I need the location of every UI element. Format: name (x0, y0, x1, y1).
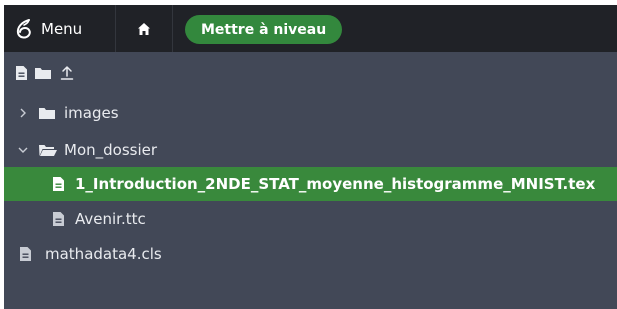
tree-item-tex-file[interactable]: 1_Introduction_2NDE_STAT_moyenne_histogr… (4, 167, 617, 201)
file-icon (52, 176, 65, 192)
chevron-down-icon[interactable] (18, 145, 28, 155)
menu-button[interactable]: Menu (4, 5, 115, 52)
tree-item-mon-dossier-folder[interactable]: Mon_dossier (4, 133, 617, 167)
upload-icon (60, 65, 74, 81)
home-icon (137, 22, 151, 36)
folder-open-icon (38, 143, 58, 157)
home-button[interactable] (116, 5, 172, 52)
new-folder-button[interactable] (34, 63, 52, 83)
top-bar: Menu Mettre à niveau (4, 5, 617, 52)
folder-icon (38, 106, 56, 120)
tree-item-mathadata-file[interactable]: mathadata4.cls (4, 237, 617, 271)
tree-item-label: images (64, 104, 119, 122)
tree-item-avenir-file[interactable]: Avenir.ttc (4, 202, 617, 236)
file-tree-toolbar (4, 58, 617, 88)
upload-button[interactable] (60, 63, 74, 83)
file-icon (52, 211, 65, 227)
tree-item-label: mathadata4.cls (45, 245, 162, 263)
new-file-button[interactable] (14, 63, 28, 83)
chevron-right-icon[interactable] (18, 108, 28, 118)
file-tree-panel: Menu Mettre à niveau images Mon_dossier … (4, 5, 617, 309)
tree-item-label: Mon_dossier (64, 141, 158, 159)
file-icon (15, 65, 28, 81)
menu-label: Menu (41, 19, 83, 38)
toolbar-divider (172, 5, 173, 52)
upgrade-button[interactable]: Mettre à niveau (185, 15, 343, 44)
tree-item-images-folder[interactable]: images (4, 96, 617, 130)
tree-item-label: 1_Introduction_2NDE_STAT_moyenne_histogr… (75, 175, 596, 193)
tree-item-label: Avenir.ttc (75, 210, 146, 228)
folder-icon (34, 66, 52, 80)
overleaf-logo-icon (13, 18, 35, 40)
file-icon (19, 246, 32, 262)
